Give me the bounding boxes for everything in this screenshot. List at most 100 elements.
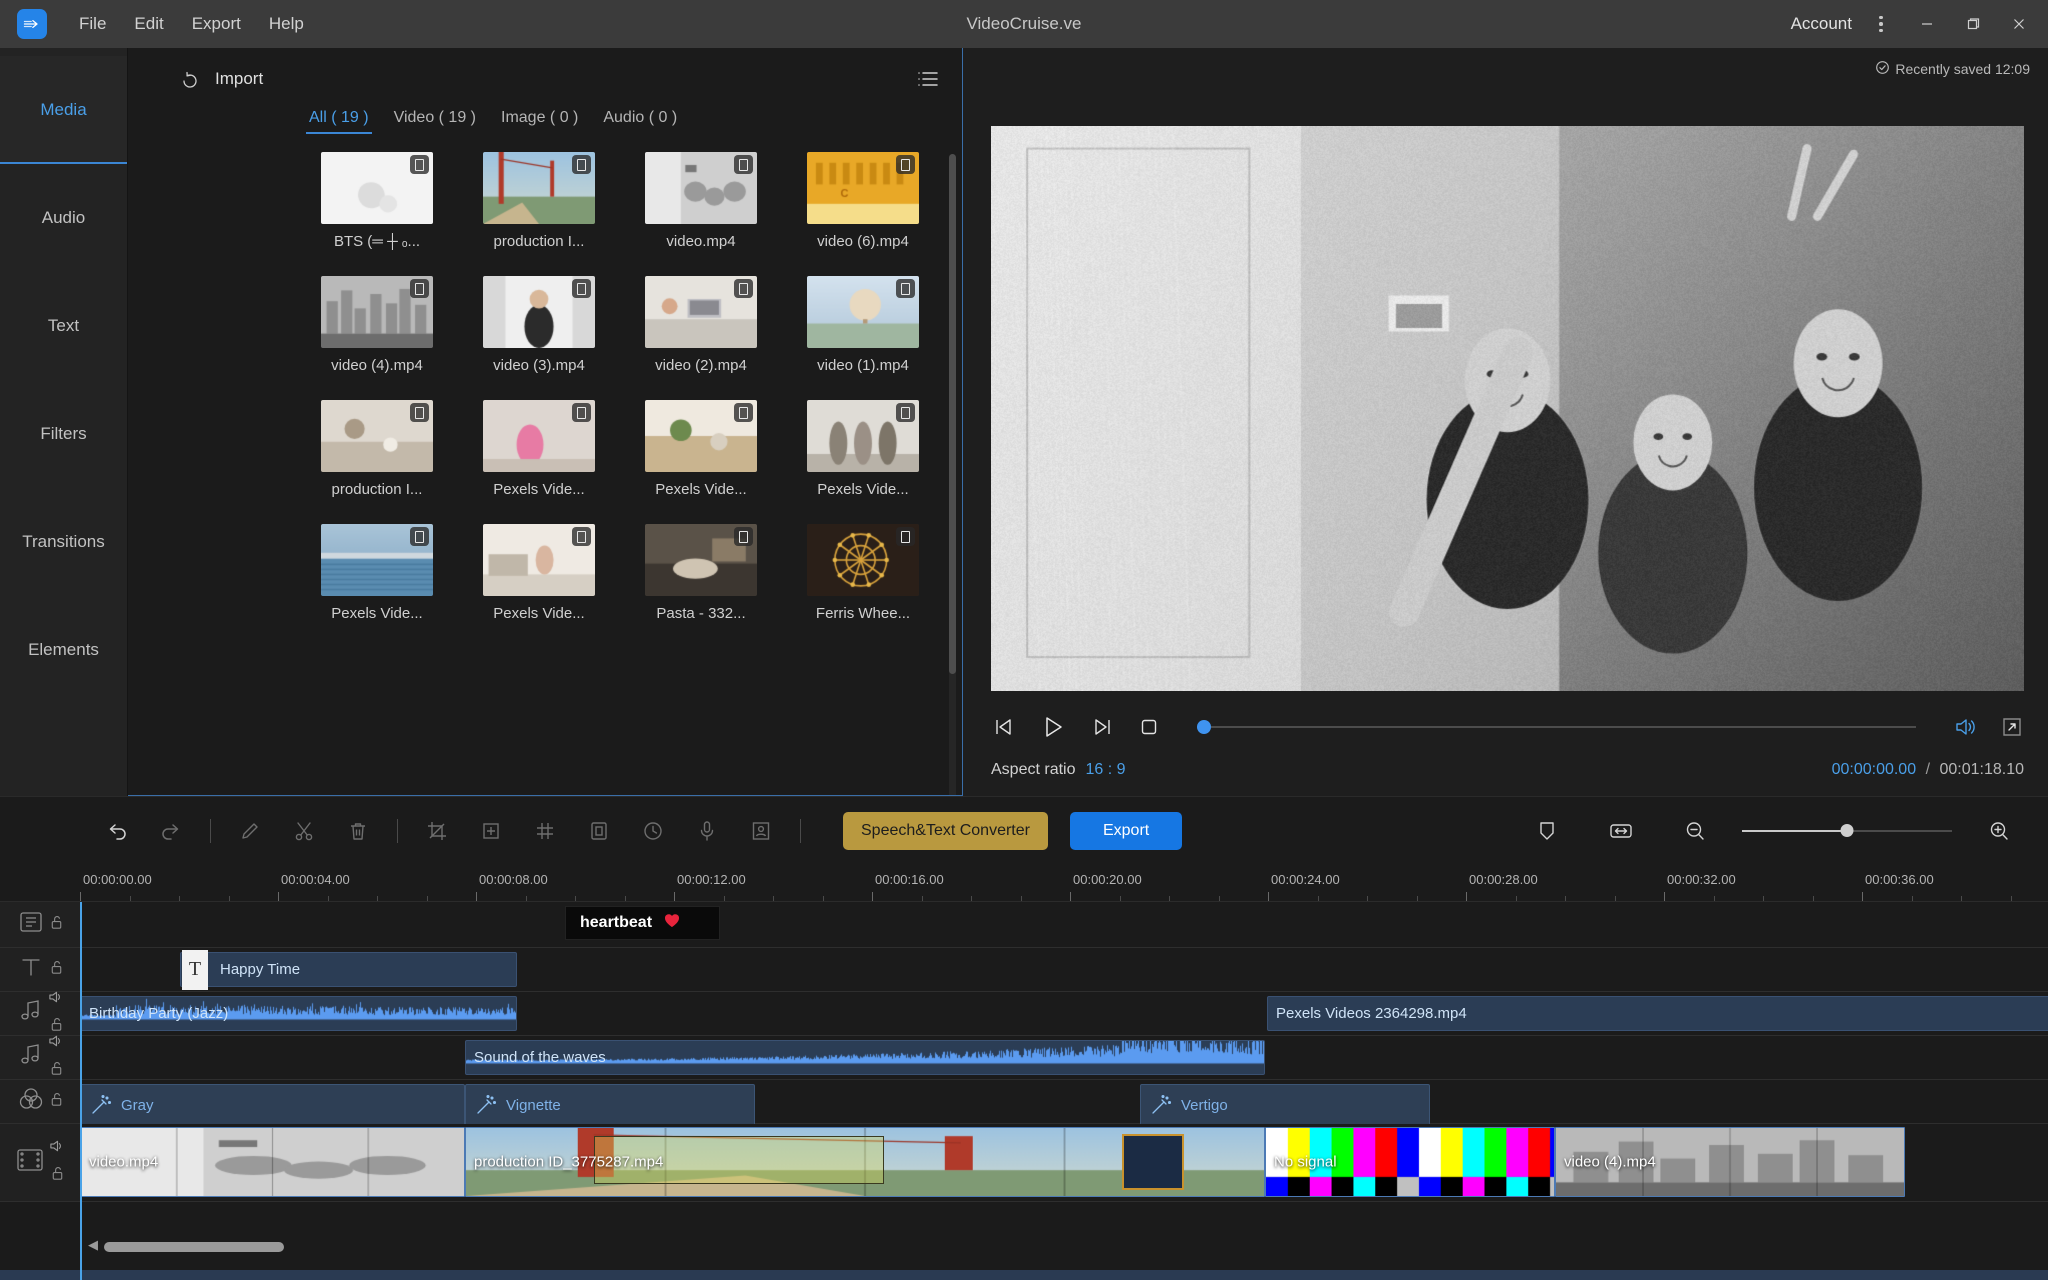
media-thumbnail[interactable] bbox=[483, 400, 595, 472]
track-body[interactable]: Gray Vignette Vertigo bbox=[80, 1080, 2048, 1124]
video-clip[interactable]: video (4).mp4 bbox=[1555, 1127, 1905, 1197]
menu-help[interactable]: Help bbox=[255, 10, 318, 38]
media-item[interactable]: production I... bbox=[296, 400, 458, 498]
audio-clip[interactable]: Sound of the waves bbox=[465, 1040, 1265, 1075]
media-thumbnail[interactable] bbox=[321, 400, 433, 472]
video-clip[interactable]: production ID_3775287.mp4 bbox=[465, 1127, 1265, 1197]
media-thumbnail[interactable] bbox=[321, 152, 433, 224]
media-item[interactable]: Pexels Vide... bbox=[458, 400, 620, 498]
track-lock-icon[interactable] bbox=[49, 959, 64, 981]
fullscreen-icon[interactable] bbox=[2000, 715, 2024, 739]
tab-all[interactable]: All ( 19 ) bbox=[303, 106, 375, 134]
timeline-zoom-slider[interactable] bbox=[1742, 822, 1952, 840]
media-thumbnail[interactable] bbox=[645, 524, 757, 596]
timeline-horizontal-scrollbar[interactable] bbox=[104, 1242, 284, 1252]
marker-icon[interactable] bbox=[1520, 811, 1574, 851]
media-item[interactable]: production I... bbox=[458, 152, 620, 250]
media-item[interactable]: Pexels Vide... bbox=[458, 524, 620, 622]
media-item[interactable]: Pexels Vide... bbox=[620, 400, 782, 498]
media-item[interactable]: Ferris Whee... bbox=[782, 524, 944, 622]
voiceover-mic-icon[interactable] bbox=[680, 811, 734, 851]
effect-clip[interactable]: Vignette bbox=[465, 1084, 755, 1126]
play-icon[interactable] bbox=[1039, 713, 1067, 741]
transform-icon[interactable] bbox=[464, 811, 518, 851]
seek-handle[interactable] bbox=[1197, 720, 1211, 734]
rail-item-audio[interactable]: Audio bbox=[0, 164, 127, 272]
media-thumbnail[interactable] bbox=[483, 276, 595, 348]
media-item[interactable]: Pexels Vide... bbox=[782, 400, 944, 498]
media-item[interactable]: video (4).mp4 bbox=[296, 276, 458, 374]
track-body[interactable]: video.mp4 production ID_3775287.mp4 No sig… bbox=[80, 1124, 2048, 1202]
menu-export[interactable]: Export bbox=[178, 10, 255, 38]
track-lock-icon[interactable] bbox=[49, 1060, 64, 1082]
list-view-icon[interactable] bbox=[916, 69, 940, 89]
media-scrollbar[interactable] bbox=[949, 154, 956, 795]
media-item[interactable]: video (2).mp4 bbox=[620, 276, 782, 374]
edit-pencil-icon[interactable] bbox=[223, 811, 277, 851]
media-thumbnail[interactable] bbox=[645, 276, 757, 348]
rail-item-filters[interactable]: Filters bbox=[0, 380, 127, 488]
more-options-icon[interactable] bbox=[1858, 0, 1904, 48]
media-thumbnail[interactable] bbox=[807, 400, 919, 472]
media-thumbnail[interactable] bbox=[645, 152, 757, 224]
minimize-icon[interactable] bbox=[1904, 0, 1950, 48]
media-item[interactable]: video (6).mp4 bbox=[782, 152, 944, 250]
zoom-in-icon[interactable] bbox=[1972, 811, 2026, 851]
menu-file[interactable]: File bbox=[65, 10, 120, 38]
redo-icon[interactable] bbox=[144, 811, 198, 851]
track-lock-icon[interactable] bbox=[50, 1165, 65, 1187]
track-lock-icon[interactable] bbox=[49, 1091, 64, 1113]
track-volume-icon[interactable] bbox=[48, 989, 65, 1010]
track-lock-icon[interactable] bbox=[49, 914, 64, 936]
previous-frame-icon[interactable] bbox=[991, 714, 1017, 740]
freeze-frame-icon[interactable] bbox=[572, 811, 626, 851]
stop-icon[interactable] bbox=[1137, 715, 1161, 739]
text-clip[interactable]: T Happy Time bbox=[180, 952, 517, 987]
audio-clip[interactable]: Pexels Videos 2364298.mp4 bbox=[1267, 996, 2048, 1031]
media-item[interactable]: Pexels Vide... bbox=[296, 524, 458, 622]
audio-clip[interactable]: Birthday Party (Jazz) bbox=[80, 996, 517, 1031]
playhead[interactable] bbox=[80, 902, 82, 1280]
track-body[interactable]: T Happy Time bbox=[80, 948, 2048, 992]
effect-clip[interactable]: Gray bbox=[80, 1084, 465, 1126]
split-scissors-icon[interactable] bbox=[277, 811, 331, 851]
tab-video[interactable]: Video ( 19 ) bbox=[388, 106, 482, 134]
media-thumbnail[interactable] bbox=[483, 152, 595, 224]
media-thumbnail[interactable] bbox=[321, 524, 433, 596]
rail-item-elements[interactable]: Elements bbox=[0, 596, 127, 704]
mosaic-icon[interactable] bbox=[518, 811, 572, 851]
speed-clock-icon[interactable] bbox=[626, 811, 680, 851]
close-icon[interactable] bbox=[1996, 0, 2042, 48]
account-button[interactable]: Account bbox=[1791, 14, 1852, 34]
rail-item-media[interactable]: Media bbox=[0, 56, 127, 164]
zoom-handle[interactable] bbox=[1841, 824, 1854, 837]
media-item[interactable]: video (3).mp4 bbox=[458, 276, 620, 374]
timeline-ruler[interactable]: 00:00:00.00 00:00:04.00 00:00:08.00 00:00:1… bbox=[0, 864, 2048, 902]
scroll-left-arrow[interactable]: ◀ bbox=[88, 1237, 98, 1253]
media-thumbnail[interactable] bbox=[321, 276, 433, 348]
zoom-out-icon[interactable] bbox=[1668, 811, 1722, 851]
fit-timeline-icon[interactable] bbox=[1594, 811, 1648, 851]
tab-image[interactable]: Image ( 0 ) bbox=[495, 106, 584, 134]
media-item[interactable]: Pasta - 332... bbox=[620, 524, 782, 622]
media-thumbnail[interactable] bbox=[807, 276, 919, 348]
media-item[interactable]: video (1).mp4 bbox=[782, 276, 944, 374]
effect-clip[interactable]: Vertigo bbox=[1140, 1084, 1430, 1126]
undo-icon[interactable] bbox=[90, 811, 144, 851]
import-button[interactable]: Import bbox=[176, 66, 263, 92]
next-frame-icon[interactable] bbox=[1089, 714, 1115, 740]
sticker-clip[interactable]: heartbeat bbox=[565, 906, 720, 940]
track-volume-icon[interactable] bbox=[49, 1138, 66, 1159]
media-item[interactable]: video.mp4 bbox=[620, 152, 782, 250]
media-thumbnail[interactable] bbox=[483, 524, 595, 596]
media-thumbnail[interactable] bbox=[807, 524, 919, 596]
export-button[interactable]: Export bbox=[1070, 812, 1182, 850]
green-screen-icon[interactable] bbox=[734, 811, 788, 851]
seek-slider[interactable] bbox=[1197, 716, 1916, 738]
track-body[interactable]: Birthday Party (Jazz) Pexels Videos 23642… bbox=[80, 992, 2048, 1036]
track-volume-icon[interactable] bbox=[48, 1033, 65, 1054]
media-thumbnail[interactable] bbox=[645, 400, 757, 472]
video-clip[interactable]: No signal bbox=[1265, 1127, 1555, 1197]
volume-icon[interactable] bbox=[1952, 714, 1978, 740]
tab-audio[interactable]: Audio ( 0 ) bbox=[597, 106, 683, 134]
